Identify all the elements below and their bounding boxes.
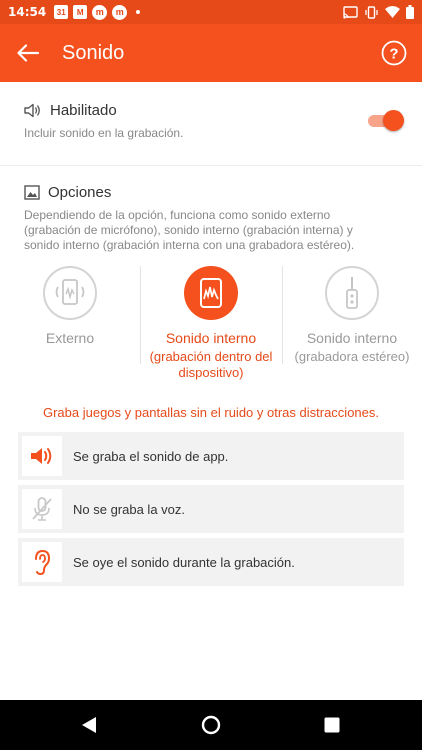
feature-text: No se graba la voz. xyxy=(73,501,186,517)
option-internal-sublabel: (grabación dentro del dispositivo) xyxy=(149,349,273,380)
volume-icon xyxy=(24,103,40,118)
stereo-option-icon xyxy=(325,266,379,320)
nav-home-button[interactable] xyxy=(196,710,226,740)
vibrate-icon xyxy=(365,5,378,19)
nav-back-icon xyxy=(82,717,96,733)
app-notification-icon-2: m xyxy=(112,4,128,20)
options-label: Opciones xyxy=(48,184,112,201)
help-button[interactable]: ? xyxy=(366,24,422,82)
nav-back-button[interactable] xyxy=(74,710,104,740)
page-title: Sonido xyxy=(62,41,125,64)
status-bar: 14:54 31 M m m xyxy=(0,0,422,24)
svg-text:?: ? xyxy=(389,46,398,63)
nav-home-icon xyxy=(201,715,221,735)
enabled-label: Habilitado xyxy=(50,102,117,119)
option-external[interactable]: Externo xyxy=(0,262,140,382)
feature-row: Se oye el sonido durante la grabación. xyxy=(18,538,404,586)
cast-icon xyxy=(343,5,358,19)
image-icon xyxy=(24,185,40,200)
internal-option-icon xyxy=(184,266,238,320)
wifi-icon xyxy=(385,6,400,18)
gmail-icon: M xyxy=(73,5,88,19)
mic-off-icon xyxy=(22,489,62,529)
option-external-label: Externo xyxy=(45,330,95,346)
help-icon: ? xyxy=(381,40,407,66)
options-title: Opciones xyxy=(24,184,111,201)
sound-options: Externo Sonido interno (grabación dentro… xyxy=(0,262,422,382)
option-stereo-label: Sonido interno xyxy=(306,330,398,346)
navigation-bar xyxy=(0,700,422,750)
speaker-icon xyxy=(22,436,62,476)
status-time: 14:54 xyxy=(8,5,47,19)
ear-icon xyxy=(22,542,62,582)
option-internal-device[interactable]: Sonido interno (grabación dentro del dis… xyxy=(141,262,281,382)
nav-recents-button[interactable] xyxy=(317,710,347,740)
feature-text: Se oye el sonido durante la grabación. xyxy=(73,554,295,570)
option-internal-label: Sonido interno xyxy=(165,330,257,346)
enabled-title: Habilitado xyxy=(24,102,117,119)
app-notification-icon: m xyxy=(92,4,108,20)
app-bar: Sonido ? xyxy=(0,24,422,82)
enabled-setting-row[interactable]: Habilitado Incluir sonido en la grabació… xyxy=(0,82,422,166)
back-button[interactable] xyxy=(0,24,56,82)
battery-icon xyxy=(406,5,414,19)
tagline: Graba juegos y pantallas sin el ruido y … xyxy=(42,405,379,420)
toggle-thumb xyxy=(383,110,404,131)
arrow-back-icon xyxy=(17,44,39,62)
option-stereo-sublabel: (grabadora estéreo) xyxy=(294,349,410,364)
option-internal-stereo[interactable]: Sonido interno (grabadora estéreo) xyxy=(282,262,422,382)
feature-row: No se graba la voz. xyxy=(18,485,404,533)
feature-row: Se graba el sonido de app. xyxy=(18,432,404,480)
nav-recents-icon xyxy=(324,717,340,733)
more-notifications-icon xyxy=(136,10,141,14)
enabled-subtitle: Incluir sonido en la grabación. xyxy=(24,126,184,140)
calendar-icon: 31 xyxy=(54,5,69,19)
status-icons xyxy=(343,5,414,19)
feature-text: Se graba el sonido de app. xyxy=(73,448,229,464)
options-description: Dependiendo de la opción, funciona como … xyxy=(24,208,355,252)
external-option-icon xyxy=(43,266,97,320)
enabled-toggle[interactable] xyxy=(366,110,404,131)
